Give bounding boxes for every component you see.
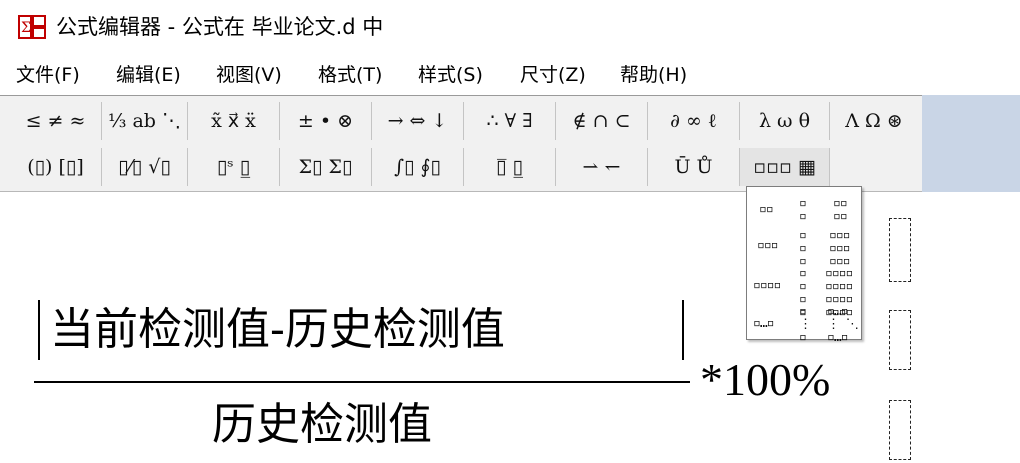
menu-view[interactable]: 视图(V) <box>216 58 282 92</box>
symbol-toolbar: ≤ ≠ ≈ ⅓ ab ⋱ x̃ x⃗ ẍ ± • ⊗ → ⇔ ↓ ∴ ∀ ∃ ∉… <box>0 95 922 192</box>
menu-style[interactable]: 样式(S) <box>418 58 483 92</box>
set-theory-palette-button[interactable]: ∉ ∩ ⊂ <box>556 102 648 140</box>
matrix-nxn-option[interactable]: ▫…▫ ⋮ ⋱ ▫…▫ <box>827 305 859 344</box>
empty-slot-placeholder[interactable] <box>889 218 911 282</box>
greek-uppercase-palette-button[interactable]: Λ Ω ⊛ <box>830 102 918 140</box>
equation-denominator[interactable]: 历史检测值 <box>212 395 432 455</box>
matrix-1xn-option[interactable]: ▫…▫ <box>753 317 775 330</box>
fences-palette-button[interactable]: (▯) [▯] <box>10 148 102 186</box>
toolbar-row-templates: (▯) [▯] ▯⁄▯ √▯ ▯ˢ ▯̲ Σ▯ Σ▯ ∫▯ ∮▯ ▯̅ ▯̲ ⇀… <box>0 144 922 191</box>
menu-help[interactable]: 帮助(H) <box>620 58 687 92</box>
greek-lowercase-palette-button[interactable]: λ ω θ <box>740 102 830 140</box>
matrix-1x2-option[interactable]: ▫▫ <box>759 203 774 216</box>
matrix-3x3-option[interactable]: ▫▫▫ ▫▫▫ ▫▫▫ <box>829 229 851 268</box>
empty-slot-placeholder[interactable] <box>889 400 911 460</box>
matrix-2x2-option[interactable]: ▫▫ ▫▫ <box>833 197 848 223</box>
svg-text:Σ: Σ <box>21 20 31 36</box>
menu-edit[interactable]: 编辑(E) <box>116 58 181 92</box>
title-bar: Σ 公式编辑器 - 公式在 毕业论文.d 中 <box>0 0 1020 52</box>
absolute-value-right-bar <box>682 300 684 360</box>
arrows-palette-button[interactable]: → ⇔ ↓ <box>372 102 464 140</box>
underbar-overbar-palette-button[interactable]: ▯̅ ▯̲ <box>464 148 556 186</box>
relations-palette-button[interactable]: ≤ ≠ ≈ <box>10 102 102 140</box>
menu-size[interactable]: 尺寸(Z) <box>520 58 586 92</box>
matrix-template-dropdown: ▫▫ ▫ ▫ ▫▫ ▫▫ ▫▫▫ ▫ ▫ ▫ ▫▫▫ ▫▫▫ ▫▫▫ ▫▫▫▫ ▫ ▫ ▫ ▫ ▫… <box>746 186 862 344</box>
integrals-palette-button[interactable]: ∫▯ ∮▯ <box>372 148 464 186</box>
formula-editor-icon: Σ <box>18 15 46 39</box>
subscript-superscript-palette-button[interactable]: ▯ˢ ▯̲ <box>188 148 280 186</box>
window-title: 公式编辑器 - 公式在 毕业论文.d 中 <box>56 15 384 39</box>
embellishments-palette-button[interactable]: x̃ x⃗ ẍ <box>188 102 280 140</box>
equation-numerator[interactable]: 当前检测值-历史检测值 <box>50 300 505 360</box>
matrix-2x1-option[interactable]: ▫ ▫ <box>799 197 807 223</box>
menu-bar: 文件(F) 编辑(E) 视图(V) 格式(T) 样式(S) 尺寸(Z) 帮助(H… <box>0 58 1020 92</box>
menu-format[interactable]: 格式(T) <box>318 58 382 92</box>
misc-symbols-palette-button[interactable]: ∂ ∞ ℓ <box>648 102 740 140</box>
toolbar-row-symbols: ≤ ≠ ≈ ⅓ ab ⋱ x̃ x⃗ ẍ ± • ⊗ → ⇔ ↓ ∴ ∀ ∃ ∉… <box>0 98 922 145</box>
matrix-1x4-option[interactable]: ▫▫▫▫ <box>753 279 781 292</box>
matrix-nx1-option[interactable]: ▫ ⋮ ▫ <box>799 305 812 344</box>
operators-palette-button[interactable]: ± • ⊗ <box>280 102 372 140</box>
labeled-arrows-palette-button[interactable]: ⇀ ↽ <box>556 148 648 186</box>
logic-palette-button[interactable]: ∴ ∀ ∃ <box>464 102 556 140</box>
absolute-value-left-bar <box>38 300 40 360</box>
fractions-radicals-palette-button[interactable]: ▯⁄▯ √▯ <box>102 148 188 186</box>
matrix-1x3-option[interactable]: ▫▫▫ <box>757 239 779 252</box>
toolbar-area: ≤ ≠ ≈ ⅓ ab ⋱ x̃ x⃗ ẍ ± • ⊗ → ⇔ ↓ ∴ ∀ ∃ ∉… <box>0 95 1020 192</box>
menu-file[interactable]: 文件(F) <box>16 58 80 92</box>
matrix-3x1-option[interactable]: ▫ ▫ ▫ <box>799 229 807 268</box>
empty-slot-placeholder[interactable] <box>889 310 911 370</box>
products-set-palette-button[interactable]: Ū Ů <box>648 148 740 186</box>
summation-palette-button[interactable]: Σ▯ Σ▯ <box>280 148 372 186</box>
equation-multiplier[interactable]: *100% <box>700 350 830 410</box>
fraction-bar <box>34 381 690 383</box>
spaces-ellipses-palette-button[interactable]: ⅓ ab ⋱ <box>102 102 188 140</box>
matrices-palette-button[interactable]: ▫▫▫ ▦ <box>740 148 830 186</box>
